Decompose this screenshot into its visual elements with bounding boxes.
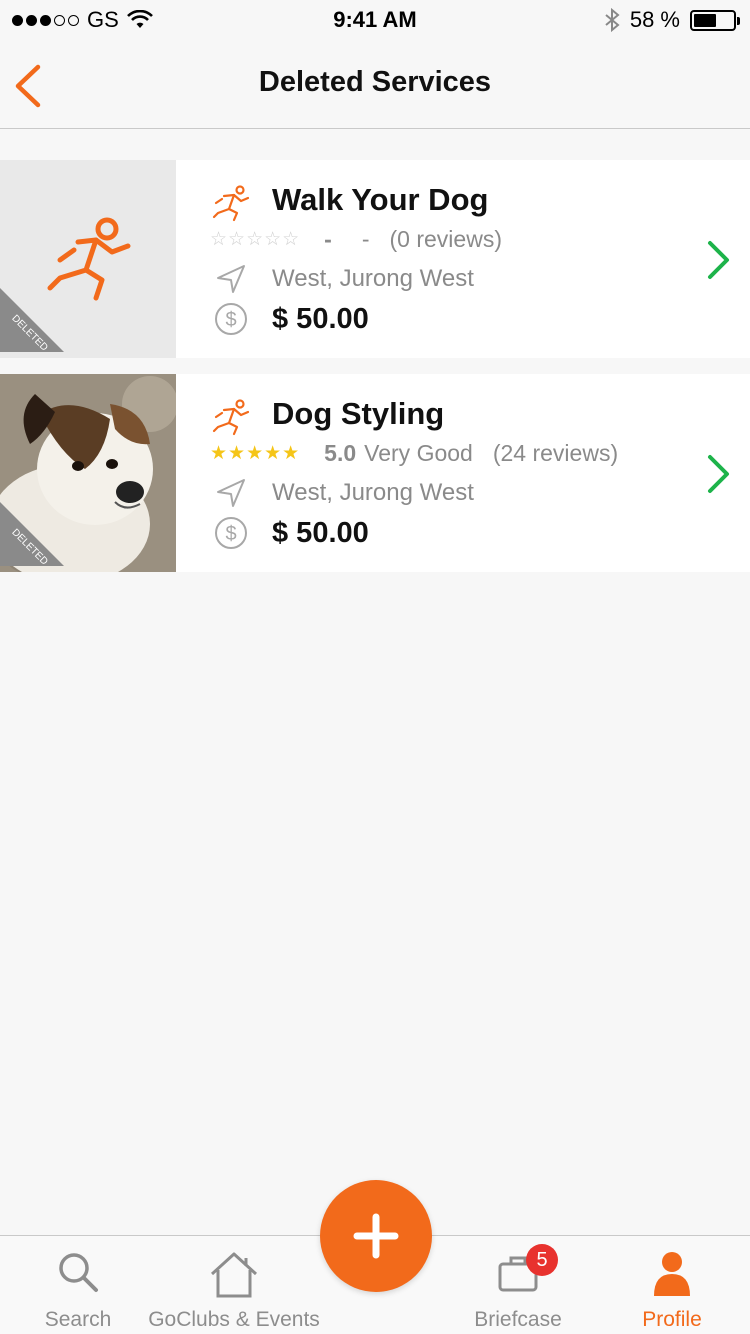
svg-text:$: $: [225, 523, 236, 545]
add-service-button[interactable]: [320, 1180, 432, 1292]
bluetooth-icon: [605, 8, 620, 32]
rating-word: Very Good: [364, 440, 473, 466]
location-row: West, Jurong West: [214, 262, 474, 296]
dollar-icon: $: [215, 517, 247, 549]
tab-label: Profile: [642, 1308, 702, 1331]
price-row: $ $ 50.00: [214, 302, 369, 336]
chevron-right-icon[interactable]: [706, 240, 732, 280]
service-card[interactable]: DELETED Dog Styling ★★★★★ 5.0 Very Good …: [0, 374, 750, 572]
search-icon: [59, 1253, 98, 1292]
battery-fill: [694, 13, 716, 27]
price-text: $ 50.00: [272, 516, 369, 549]
dollar-icon: $: [215, 303, 247, 335]
price-row: $ $ 50.00: [214, 516, 369, 550]
profile-icon: [654, 1252, 690, 1296]
location-arrow-icon: [217, 265, 245, 293]
star-rating-icon: ★★★★★: [210, 443, 301, 464]
tab-goclubs-events[interactable]: GoClubs & Events: [146, 1236, 322, 1334]
review-count: (0 reviews): [389, 226, 502, 252]
service-thumbnail: DELETED: [0, 160, 176, 358]
location-arrow-icon: [217, 479, 245, 507]
deleted-ribbon: DELETED: [0, 502, 64, 567]
price-text: $ 50.00: [272, 302, 369, 335]
service-card[interactable]: DELETED Walk Your Dog ☆☆☆☆☆ - - (0 revie…: [0, 160, 750, 358]
rating-score: -: [324, 226, 332, 252]
location-text: West, Jurong West: [272, 479, 474, 506]
location-row: West, Jurong West: [214, 476, 474, 510]
page-title: Deleted Services: [258, 66, 492, 98]
service-title: Walk Your Dog: [272, 182, 489, 217]
tab-search[interactable]: Search: [30, 1236, 126, 1334]
plus-icon: [353, 1213, 399, 1259]
tab-label: GoClubs & Events: [148, 1308, 320, 1331]
location-text: West, Jurong West: [272, 265, 474, 292]
review-count: (24 reviews): [492, 440, 619, 466]
home-icon: [210, 1252, 258, 1298]
star-rating-icon: ☆☆☆☆☆: [210, 229, 301, 250]
rating-row: ★★★★★ 5.0 Very Good (24 reviews): [210, 440, 618, 467]
tab-label: Briefcase: [474, 1308, 562, 1331]
navigation-bar: Deleted Services: [0, 40, 750, 129]
service-thumbnail: DELETED: [0, 374, 176, 572]
battery-icon: [690, 9, 740, 31]
rating-word: -: [361, 226, 370, 252]
svg-text:$: $: [225, 309, 236, 331]
chevron-right-icon[interactable]: [706, 454, 732, 494]
tab-briefcase[interactable]: 5 Briefcase: [466, 1236, 570, 1334]
status-bar: GS 9:41 AM 58 %: [0, 0, 750, 40]
tab-label: Search: [44, 1308, 112, 1331]
service-title: Dog Styling: [272, 396, 445, 431]
rating-row: ☆☆☆☆☆ - - (0 reviews): [210, 226, 502, 253]
notification-badge: 5: [526, 1244, 558, 1276]
rating-score: 5.0: [324, 440, 357, 466]
runner-small-icon: [212, 399, 250, 436]
battery-percent: 58 %: [629, 7, 680, 32]
runner-small-icon: [212, 185, 250, 222]
tab-profile[interactable]: Profile: [630, 1236, 714, 1334]
deleted-ribbon: DELETED: [0, 288, 64, 353]
battery-area: 58 %: [604, 7, 740, 33]
